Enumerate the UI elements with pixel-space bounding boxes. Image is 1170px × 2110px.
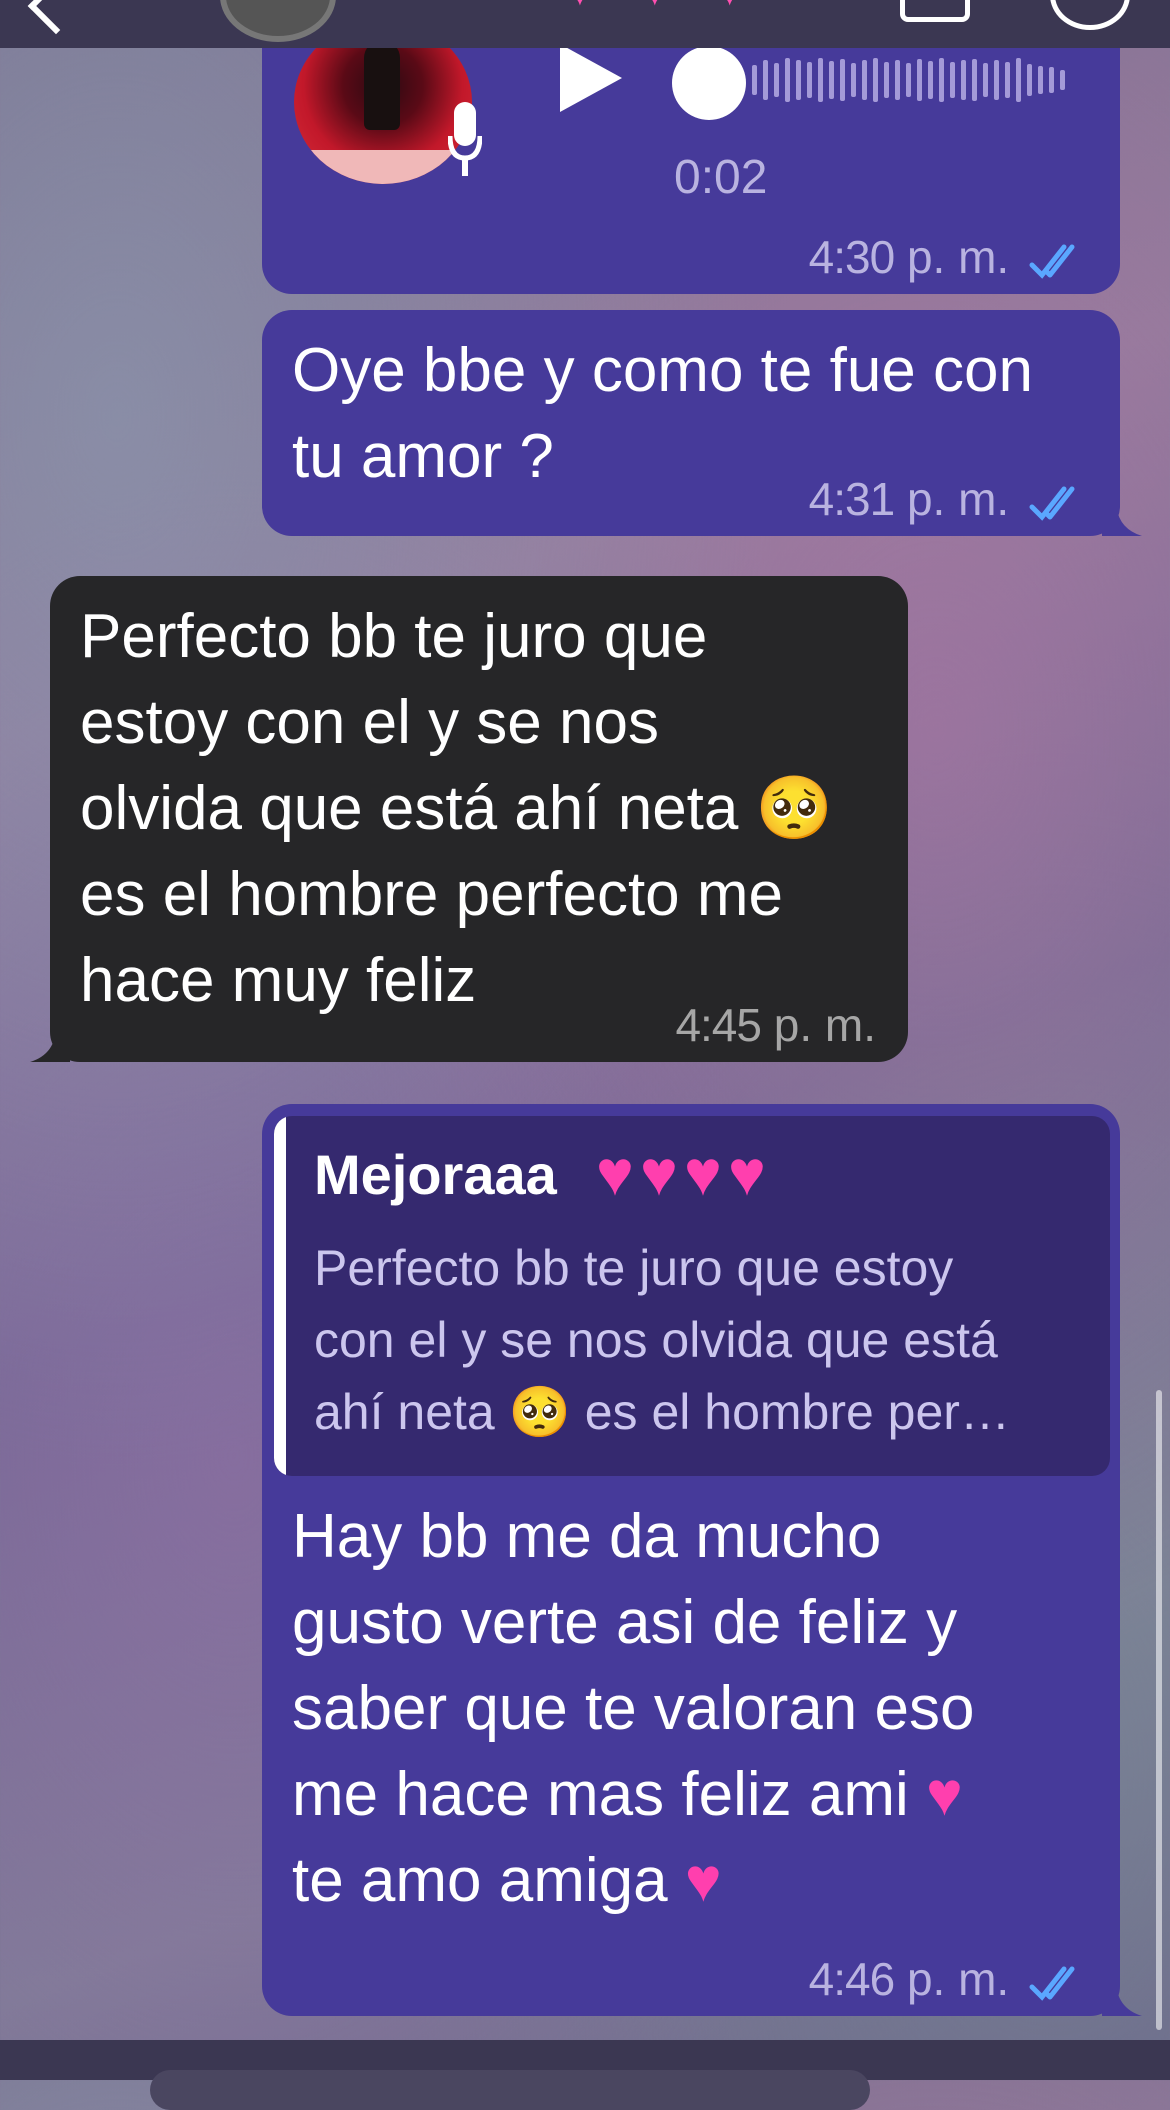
scrollbar[interactable] bbox=[1156, 1390, 1162, 2030]
waveform bbox=[752, 58, 1065, 102]
bubble-tail bbox=[30, 1026, 70, 1062]
double-check-icon bbox=[1029, 1966, 1075, 2001]
contact-name-hearts: ♥ ♥ ♥ bbox=[568, 0, 761, 15]
outgoing-message-reply[interactable]: Mejoraaa ♥♥♥♥ Perfecto bb te juro que es… bbox=[262, 1104, 1120, 2016]
message-timestamp: 4:45 p. m. bbox=[675, 999, 876, 1051]
back-icon[interactable] bbox=[27, 0, 85, 35]
bubble-tail bbox=[1102, 1980, 1142, 2016]
quoted-sender-name: Mejoraaa bbox=[314, 1143, 557, 1206]
composer-bar bbox=[0, 2040, 1170, 2110]
video-call-icon[interactable] bbox=[900, 0, 970, 22]
quoted-message[interactable]: Mejoraaa ♥♥♥♥ Perfecto bb te juro que es… bbox=[274, 1116, 1110, 1476]
incoming-message[interactable]: Perfecto bb te juro que estoy con el y s… bbox=[50, 576, 908, 1062]
message-timestamp: 4:31 p. m. bbox=[809, 472, 1088, 526]
contact-avatar[interactable] bbox=[220, 0, 336, 42]
quoted-text: Perfecto bb te juro que estoy con el y s… bbox=[314, 1240, 1010, 1440]
message-timestamp: 4:46 p. m. bbox=[809, 1952, 1088, 2006]
quote-bar bbox=[274, 1116, 286, 1476]
double-check-icon bbox=[1029, 244, 1075, 279]
play-icon[interactable] bbox=[560, 44, 622, 112]
bubble-tail bbox=[1102, 500, 1142, 536]
quoted-sender-hearts: ♥♥♥♥ bbox=[596, 1137, 772, 1209]
outgoing-message[interactable]: Oye bbe y como te fue con tu amor ? 4:31… bbox=[262, 310, 1120, 536]
message-timestamp: 4:30 p. m. bbox=[809, 230, 1088, 284]
phone-icon[interactable] bbox=[1050, 0, 1130, 30]
voice-duration: 0:02 bbox=[674, 151, 768, 204]
double-check-icon bbox=[1029, 486, 1075, 521]
chat-header: ♥ ♥ ♥ bbox=[0, 0, 1170, 48]
voice-message[interactable]: 0:02 4:30 p. m. bbox=[262, 20, 1120, 294]
playback-scrubber[interactable] bbox=[672, 46, 746, 120]
message-text: Perfecto bb te juro que estoy con el y s… bbox=[80, 602, 833, 1015]
message-input[interactable] bbox=[150, 2070, 870, 2110]
mic-icon bbox=[448, 102, 482, 176]
message-text: Hay bb me da mucho gusto verte asi de fe… bbox=[292, 1502, 975, 1915]
